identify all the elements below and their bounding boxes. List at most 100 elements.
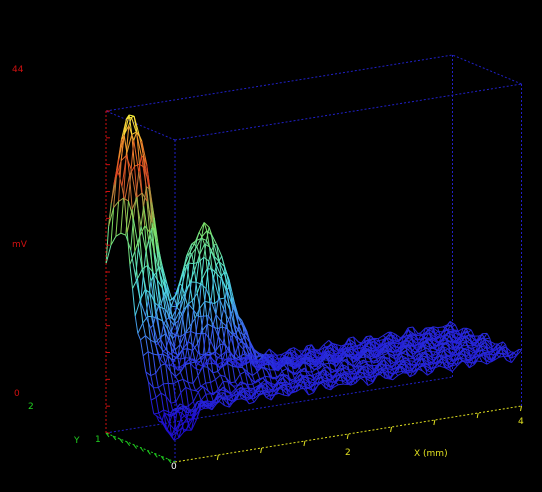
surface-mesh-segment (142, 355, 147, 373)
surface-mesh-segment (137, 268, 143, 279)
surface-mesh-segment (371, 341, 375, 344)
surface-mesh-segment (235, 359, 239, 362)
x-axis-tick (390, 426, 393, 433)
surface-mesh-segment (170, 353, 176, 358)
surface-mesh-segment (177, 378, 184, 382)
surface-mesh-segment (142, 351, 149, 357)
surface-mesh-segment (406, 363, 410, 366)
surface-mesh-segment (152, 353, 159, 356)
surface-mesh-segment (204, 301, 209, 325)
surface-mesh-segment (235, 343, 239, 354)
surface-mesh-segment (383, 352, 389, 356)
surface-mesh-segment (392, 375, 399, 381)
surface-mesh-segment (217, 355, 221, 359)
surface-mesh-segment (178, 410, 182, 419)
surface-mesh-segment (230, 381, 236, 384)
surface-mesh-segment (132, 288, 136, 316)
surface-mesh-segment (239, 371, 246, 375)
box-edge (105, 54, 453, 112)
surface-mesh-segment (155, 365, 162, 374)
surface-mesh-segment (343, 358, 347, 361)
surface-mesh-segment (151, 227, 155, 230)
surface-mesh-segment (202, 366, 207, 384)
surface-mesh-segment (160, 324, 164, 340)
surface-mesh-segment (170, 362, 174, 366)
surface-mesh-segment (237, 359, 241, 361)
surface-mesh-segment (308, 392, 314, 396)
surface-mesh-segment (287, 387, 292, 391)
surface-mesh-segment (407, 347, 411, 350)
surface-mesh-segment (329, 349, 333, 353)
surface-mesh-segment (397, 372, 403, 377)
surface-mesh-segment (408, 338, 412, 342)
surface-mesh-segment (210, 393, 215, 403)
surface-mesh-segment (212, 371, 218, 374)
surface-mesh-segment (217, 371, 221, 376)
surface-mesh-segment (200, 393, 207, 401)
surface-mesh-segment (120, 232, 126, 236)
surface-mesh-segment (323, 339, 330, 346)
surface-mesh-segment (218, 276, 222, 297)
surface-mesh-segment (153, 412, 159, 415)
surface-mesh-segment (160, 365, 164, 384)
surface-mesh-segment (160, 393, 165, 411)
surface-mesh-segment (150, 397, 157, 401)
surface-mesh-segment (190, 389, 194, 402)
surface-mesh-segment (384, 347, 388, 349)
surface-mesh-segment (158, 383, 164, 389)
surface-mesh-segment (176, 307, 181, 312)
surface-mesh-segment (192, 375, 199, 384)
x-axis-tick (260, 447, 263, 454)
z-tick-label-min: 0 (14, 389, 20, 399)
surface-mesh-segment (129, 264, 134, 289)
x-axis-tick (303, 440, 306, 447)
surface-mesh-segment (200, 382, 206, 387)
surface-mesh-segment (140, 335, 146, 341)
surface-mesh-segment (137, 333, 141, 341)
surface-mesh-segment (142, 265, 148, 270)
surface-mesh-segment (502, 341, 506, 345)
surface-mesh-segment (491, 343, 496, 348)
surface-mesh-segment (180, 387, 187, 393)
surface-mesh-segment (192, 391, 199, 402)
surface-mesh-segment (234, 381, 239, 387)
surface-mesh-segment (175, 376, 179, 382)
surface-mesh-segment (179, 344, 184, 350)
surface-mesh-segment (218, 255, 223, 262)
surface-mesh-segment (197, 375, 202, 387)
box-edge (452, 54, 522, 85)
surface-mesh-segment (246, 400, 250, 405)
surface-mesh-segment (188, 425, 192, 431)
surface-mesh-segment (437, 353, 442, 356)
surface-mesh-segment (377, 335, 384, 340)
surface-mesh-segment (429, 346, 433, 349)
surface-mesh-segment (471, 339, 475, 343)
surface-mesh-segment (285, 381, 288, 384)
surface-mesh-segment (201, 278, 206, 302)
z-tick-label-max: 44 (12, 65, 24, 75)
surface-mesh-segment (185, 387, 189, 407)
surface-mesh-segment (482, 347, 487, 351)
y-tick-label-2: 2 (28, 402, 34, 412)
surface-mesh-segment (155, 397, 160, 414)
surface-mesh-segment (452, 324, 456, 327)
surface-mesh-segment (367, 382, 374, 386)
bounding-box-back (105, 54, 522, 462)
y-tick-label-1: 1 (95, 435, 101, 445)
surface-mesh-segment (447, 321, 451, 325)
surface-mesh-segment (195, 390, 199, 393)
x-tick-label-4: 4 (518, 417, 524, 427)
surface-mesh-segment (346, 349, 350, 351)
surface-mesh-segment (192, 383, 197, 391)
y-axis-tick (133, 444, 138, 449)
surface-mesh-segment (214, 379, 219, 390)
surface-mesh-segment (131, 115, 135, 118)
surface-mesh-segment (454, 324, 459, 331)
surface-mesh-segment (360, 377, 364, 381)
surface-mesh-segment (279, 362, 283, 365)
surface-mesh-segment (149, 339, 154, 355)
surface-mesh-segment (437, 326, 443, 329)
surface-mesh-segment (184, 364, 189, 383)
surface-mesh-segment (219, 297, 225, 300)
surface-mesh-segment (423, 351, 427, 354)
